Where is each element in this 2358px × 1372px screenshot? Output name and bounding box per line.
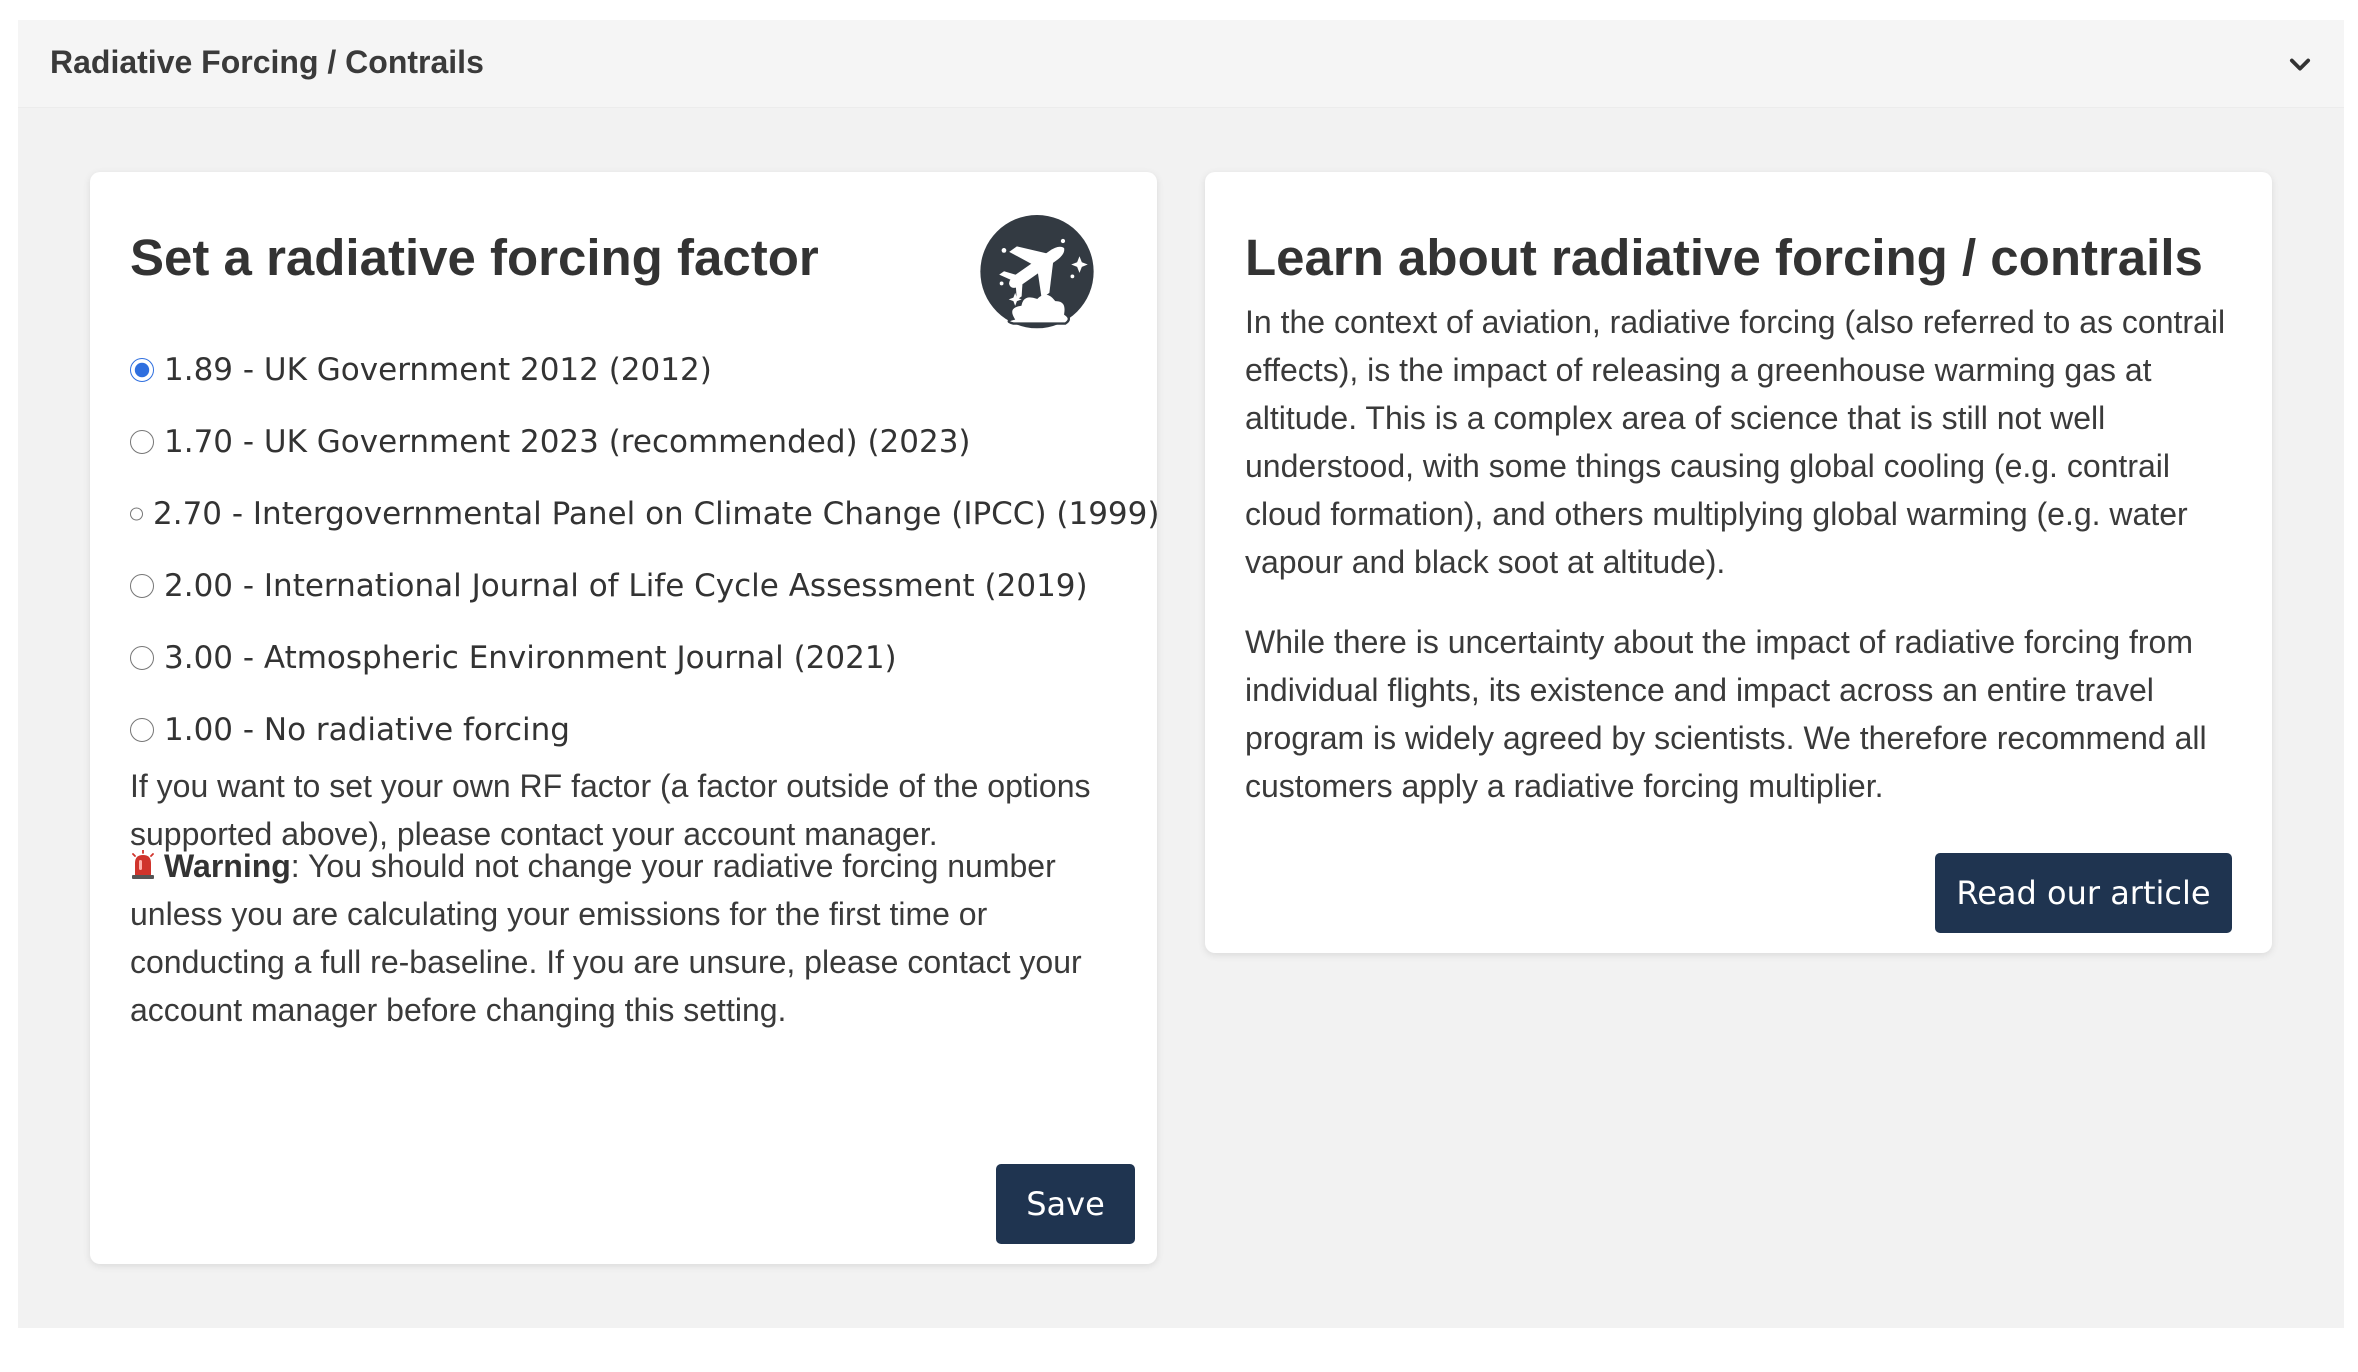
- rf-option-label: 1.00 - No radiative forcing: [164, 712, 570, 748]
- rf-option-radio[interactable]: [130, 430, 154, 454]
- read-article-button[interactable]: Read our article: [1935, 853, 2232, 933]
- panel-title: Radiative Forcing / Contrails: [50, 44, 484, 80]
- learn-card-heading: Learn about radiative forcing / contrail…: [1245, 229, 2203, 286]
- learn-paragraph-2: While there is uncertainty about the imp…: [1245, 624, 2207, 804]
- chevron-down-icon[interactable]: [2286, 50, 2314, 78]
- rf-option[interactable]: 1.89 - UK Government 2012 (2012): [128, 334, 1138, 406]
- learn-card: Learn about radiative forcing / contrail…: [1205, 172, 2272, 953]
- warning-note: Warning: You should not change your radi…: [130, 842, 1130, 1034]
- panel-header[interactable]: Radiative Forcing / Contrails: [18, 20, 2344, 108]
- factor-card: Set a radiative forcing factor 1.89 - UK…: [90, 172, 1159, 1264]
- rf-option-radio[interactable]: [130, 646, 154, 670]
- rf-option-radio[interactable]: [130, 718, 154, 742]
- rf-options-group: 1.89 - UK Government 2012 (2012) 1.70 - …: [128, 334, 1159, 766]
- airplane-globe-icon: [980, 215, 1094, 329]
- rf-option-label: 2.70 - Intergovernmental Panel on Climat…: [153, 496, 1160, 532]
- rf-option-radio[interactable]: [130, 574, 154, 598]
- rf-option[interactable]: 3.00 - Atmospheric Environment Journal (…: [128, 622, 1138, 694]
- factor-card-heading: Set a radiative forcing factor: [130, 229, 819, 286]
- rf-option-label: 2.00 - International Journal of Life Cyc…: [164, 568, 1088, 604]
- rf-option-label: 1.89 - UK Government 2012 (2012): [164, 352, 712, 388]
- save-button[interactable]: Save: [996, 1164, 1135, 1244]
- rf-option-label: 1.70 - UK Government 2023 (recommended) …: [164, 424, 971, 460]
- radiative-forcing-panel: Radiative Forcing / Contrails Set a radi…: [18, 20, 2344, 1328]
- rf-option-radio[interactable]: [130, 358, 154, 382]
- rf-option-radio[interactable]: [130, 502, 143, 526]
- learn-paragraph-1: In the context of aviation, radiative fo…: [1245, 304, 2226, 580]
- rf-option[interactable]: 2.70 - Intergovernmental Panel on Climat…: [128, 478, 1159, 550]
- rf-option[interactable]: 2.00 - International Journal of Life Cyc…: [128, 550, 1138, 622]
- warning-label: Warning: [164, 848, 291, 884]
- rf-option[interactable]: 1.00 - No radiative forcing: [128, 694, 1138, 766]
- rf-option-label: 3.00 - Atmospheric Environment Journal (…: [164, 640, 897, 676]
- rf-option[interactable]: 1.70 - UK Government 2023 (recommended) …: [128, 406, 1138, 478]
- siren-icon: [132, 850, 154, 879]
